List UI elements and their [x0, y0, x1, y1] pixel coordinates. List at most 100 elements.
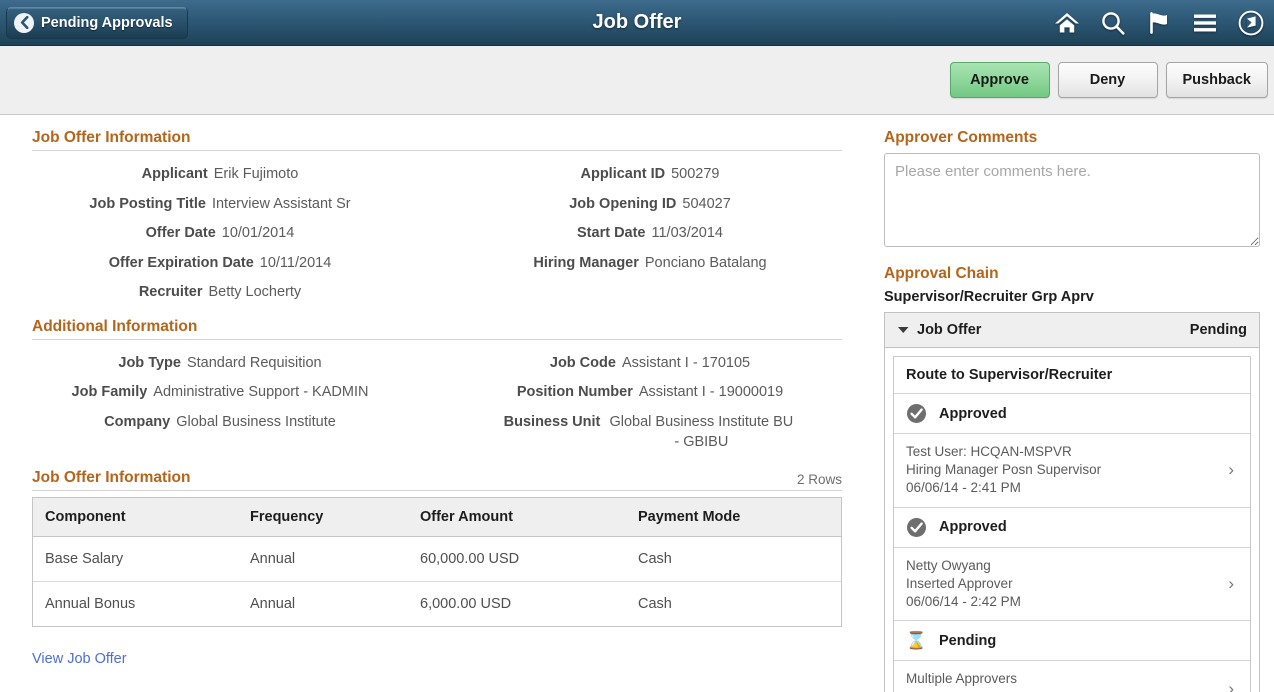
field-value: Global Business Institute: [176, 413, 336, 430]
field-value: 11/03/2014: [651, 225, 724, 242]
app-header: Pending Approvals Job Offer: [0, 0, 1274, 46]
page-content: Job Offer Information Applicant Erik Fuj…: [0, 115, 1274, 692]
field-label: Offer Expiration Date: [108, 254, 254, 271]
back-button[interactable]: Pending Approvals: [6, 6, 188, 39]
field-job-family: Job Family Administrative Support - KADM…: [0, 378, 440, 408]
cell-offer-amount: 60,000.00 USD: [408, 536, 626, 583]
field-value: 10/01/2014: [221, 225, 295, 242]
field-value: 500279: [671, 166, 720, 182]
column-header-offer-amount: Offer Amount: [408, 498, 626, 538]
chevron-right-icon[interactable]: ›: [1228, 679, 1238, 692]
approver-comments-heading: Approver Comments: [884, 129, 1038, 146]
notifications-flag-icon[interactable]: [1144, 8, 1174, 38]
navigator-icon[interactable]: [1236, 8, 1266, 38]
field-value: Betty Locherty: [208, 284, 302, 301]
offer-table-heading: Job Offer Information: [32, 469, 191, 487]
cell-offer-amount: 6,000.00 USD: [420, 596, 512, 613]
job-offer-information-fields: Applicant Erik Fujimoto Job Posting Titl…: [0, 160, 872, 308]
offer-components-table: Component Frequency Offer Amount Payment…: [32, 497, 842, 628]
approval-status-row: Approved: [894, 508, 1250, 548]
field-job-code: Job Code Assistant I - 170105: [440, 349, 860, 379]
approver-row[interactable]: Multiple Approvers Offer Recruiter Group…: [894, 661, 1250, 692]
field-label: Position Number: [516, 384, 633, 401]
additional-information-heading: Additional Information: [32, 318, 842, 340]
row-count-label: 2 Rows: [796, 472, 842, 488]
table-row: Base Salary Annual 60,000.00 USD Cash: [33, 536, 841, 583]
table-row: Annual Bonus Annual 6,000.00 USD Cash: [33, 582, 841, 627]
chevron-right-icon[interactable]: ›: [1228, 574, 1238, 594]
field-label: Job Type: [118, 354, 181, 371]
field-label: Applicant ID: [580, 166, 666, 182]
column-header-payment-mode: Payment Mode: [626, 498, 841, 538]
approver-row[interactable]: Test User: HCQAN-MSPVR Hiring Manager Po…: [894, 434, 1250, 508]
pushback-button[interactable]: Pushback: [1165, 62, 1268, 98]
home-icon[interactable]: [1052, 8, 1082, 38]
approver-line-3: 06/06/14 - 2:41 PM: [906, 480, 1021, 496]
search-icon[interactable]: [1098, 8, 1128, 38]
check-circle-icon: [906, 517, 927, 538]
approval-stage-title: Route to Supervisor/Recruiter: [894, 357, 1250, 394]
field-label: Start Date: [577, 225, 646, 242]
back-button-label: Pending Approvals: [41, 14, 173, 31]
field-value: Ponciano Batalang: [644, 254, 767, 271]
approval-stage: Route to Supervisor/Recruiter Approved T…: [893, 356, 1251, 692]
hourglass-icon: ⌛: [905, 631, 928, 651]
approver-details: Test User: HCQAN-MSPVR Hiring Manager Po…: [906, 443, 1101, 498]
offer-table-heading-row: Job Offer Information 2 Rows: [32, 469, 842, 492]
field-label: Hiring Manager: [533, 254, 639, 271]
approval-card-status: Pending: [1189, 322, 1247, 338]
approval-stage-wrapper: Route to Supervisor/Recruiter Approved T…: [885, 348, 1259, 692]
chevron-left-icon: [14, 12, 34, 33]
column-header-component: Component: [33, 498, 238, 538]
field-hiring-manager: Hiring Manager Ponciano Batalang: [440, 249, 860, 279]
job-offer-information-heading: Job Offer Information: [32, 129, 842, 151]
field-applicant: Applicant Erik Fujimoto: [0, 160, 440, 190]
approver-comments-input[interactable]: [884, 153, 1260, 247]
field-value: Interview Assistant Sr: [211, 195, 351, 212]
details-column: Job Offer Information Applicant Erik Fuj…: [0, 115, 872, 692]
approver-details: Multiple Approvers Offer Recruiter Group: [906, 670, 1036, 692]
cell-frequency: Annual: [238, 536, 408, 583]
approver-row[interactable]: Netty Owyang Inserted Approver 06/06/14 …: [894, 548, 1250, 622]
field-job-type: Job Type Standard Requisition: [0, 349, 440, 379]
field-offer-expiration-date: Offer Expiration Date 10/11/2014: [0, 249, 440, 279]
table-header-row: Component Frequency Offer Amount Payment…: [33, 498, 841, 538]
approve-button[interactable]: Approve: [949, 62, 1050, 98]
approver-details: Netty Owyang Inserted Approver 06/06/14 …: [906, 557, 1021, 612]
approval-status-row: Approved: [894, 394, 1250, 434]
approval-status-row: ⌛ Pending: [894, 621, 1250, 662]
approval-status-label: Approved: [939, 405, 1007, 422]
field-value: Standard Requisition: [186, 354, 322, 371]
column-header-frequency: Frequency: [238, 498, 408, 538]
field-applicant-id: Applicant ID 500279: [440, 160, 860, 190]
field-value: 504027: [682, 195, 731, 212]
field-value: Assistant I - 170105: [621, 354, 751, 371]
field-label: Recruiter: [138, 284, 203, 301]
approver-line-2: Inserted Approver: [906, 575, 1013, 591]
cell-component: Base Salary: [33, 536, 238, 583]
approval-chain-card: Job Offer Pending Route to Supervisor/Re…: [884, 312, 1260, 692]
field-recruiter: Recruiter Betty Locherty: [0, 278, 440, 308]
field-start-date: Start Date 11/03/2014: [440, 219, 860, 249]
job-offer-left-fields: Applicant Erik Fujimoto Job Posting Titl…: [0, 160, 440, 308]
field-value: 10/11/2014: [259, 254, 332, 271]
chevron-down-icon[interactable]: [897, 322, 910, 338]
approval-status-label: Approved: [939, 519, 1007, 536]
job-offer-right-fields: Applicant ID 500279 Job Opening ID 50402…: [440, 160, 860, 308]
approval-chain-heading: Approval Chain: [884, 265, 999, 282]
approval-card-header[interactable]: Job Offer Pending: [885, 313, 1259, 348]
field-label: Company: [104, 413, 171, 430]
field-label: Job Code: [549, 354, 616, 371]
chevron-right-icon[interactable]: ›: [1228, 460, 1238, 480]
field-label: Job Opening ID: [569, 195, 677, 212]
field-job-posting-title: Job Posting Title Interview Assistant Sr: [0, 190, 440, 220]
view-job-offer-link[interactable]: View Job Offer: [32, 651, 127, 667]
field-label: Job Posting Title: [89, 195, 206, 212]
approval-card-title: Job Offer: [917, 322, 982, 338]
field-business-unit: Business Unit Global Business Institute …: [440, 408, 860, 457]
menu-icon[interactable]: [1190, 8, 1220, 38]
field-value: Assistant I - 19000019: [638, 384, 784, 401]
deny-button[interactable]: Deny: [1057, 62, 1158, 98]
field-label: Business Unit: [503, 413, 601, 430]
approval-chain-subtitle: Supervisor/Recruiter Grp Aprv: [884, 289, 1094, 305]
